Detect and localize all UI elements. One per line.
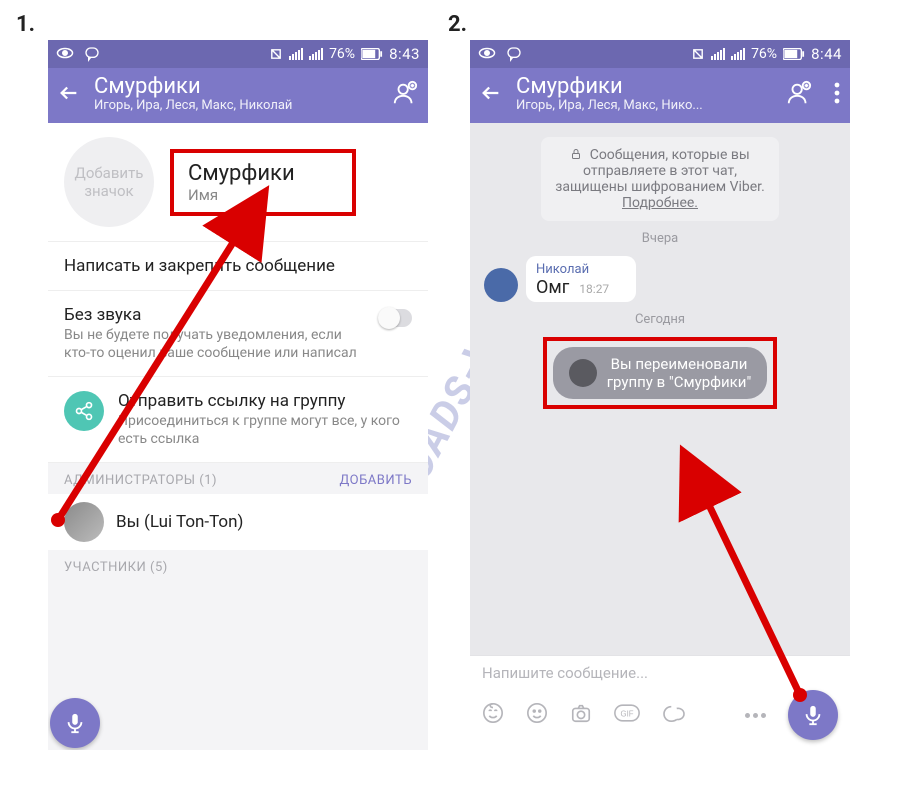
battery-percent: 76%	[751, 46, 777, 62]
encryption-more-link[interactable]: Подробнее.	[555, 195, 765, 211]
share-title: Отправить ссылку на группу	[118, 391, 412, 411]
more-options-icon[interactable]	[745, 713, 766, 718]
back-icon[interactable]	[480, 82, 502, 108]
mute-toggle[interactable]	[378, 309, 412, 327]
signal-icon-1	[711, 48, 725, 60]
day-label-today: Сегодня	[635, 312, 685, 327]
status-time: 8:43	[389, 45, 420, 63]
battery-percent: 76%	[329, 46, 355, 62]
message-sender: Николай	[536, 262, 626, 277]
admin-avatar	[64, 502, 104, 542]
add-member-icon[interactable]	[392, 80, 418, 110]
message-time: 18:27	[579, 282, 609, 296]
back-icon[interactable]	[58, 82, 80, 108]
members-section-header: УЧАСТНИКИ (5)	[48, 550, 428, 581]
battery-icon	[361, 48, 383, 60]
enc-line1: Сообщения, которые вы	[590, 147, 750, 163]
sys-line1: Вы переименовали	[611, 355, 748, 373]
group-info-body[interactable]: Добавить значок Смурфики Имя Написать и …	[48, 123, 428, 750]
lock-icon	[570, 147, 585, 163]
mic-button[interactable]	[788, 690, 838, 740]
share-link-row[interactable]: Отправить ссылку на группу Присоединитьс…	[48, 377, 428, 463]
add-admin-link[interactable]: ДОБАВИТЬ	[340, 473, 412, 488]
message-input[interactable]: Напишите сообщение...	[482, 664, 838, 682]
chat-header: Смурфики Игорь, Ира, Леся, Макс, Нико...	[470, 68, 850, 123]
enc-line3: защищены шифрованием Viber.	[555, 179, 765, 195]
chat-title: Смурфики	[516, 76, 703, 98]
signal-icon-1	[289, 48, 303, 60]
viber-notif-icon	[506, 46, 522, 62]
nfc-icon	[691, 47, 705, 61]
nfc-icon	[269, 47, 283, 61]
mute-desc: Вы не будете получать уведомления, если …	[64, 327, 364, 362]
more-menu-icon[interactable]	[834, 82, 840, 108]
eye-icon	[56, 46, 74, 62]
chat-title: Смурфики	[94, 76, 292, 98]
group-name-caption: Имя	[188, 186, 338, 204]
status-time: 8:44	[811, 45, 842, 63]
system-avatar	[569, 359, 597, 387]
avatar-text-l1: Добавить	[75, 164, 144, 182]
sticker-icon[interactable]	[482, 702, 504, 728]
group-avatar-placeholder[interactable]: Добавить значок	[64, 137, 154, 227]
chat-header: Смурфики Игорь, Ира, Леся, Макс, Николай	[48, 68, 428, 123]
admins-header-text: АДМИНИСТРАТОРЫ (1)	[64, 473, 217, 488]
signal-icon-2	[731, 48, 745, 60]
emoji-icon[interactable]	[526, 702, 548, 728]
panel-1-label: 1.	[16, 12, 35, 37]
phone-screenshot-2: 76% 8:44 Смурфики Игорь, Ира, Леся, Макс…	[470, 40, 850, 750]
status-bar: 76% 8:43	[48, 40, 428, 68]
chat-title-block[interactable]: Смурфики Игорь, Ира, Леся, Макс, Николай	[94, 76, 292, 113]
mention-doodle-icon[interactable]	[662, 703, 686, 727]
status-bar: 76% 8:44	[470, 40, 850, 68]
enc-line2: отправляете в этот чат,	[583, 163, 737, 179]
group-name-highlight: Смурфики Имя	[170, 149, 356, 216]
mute-title: Без звука	[64, 305, 364, 325]
pin-message-row[interactable]: Написать и закрепить сообщение	[48, 242, 428, 291]
panel-2-label: 2.	[448, 12, 467, 37]
chat-title-block[interactable]: Смурфики Игорь, Ира, Леся, Макс, Нико...	[516, 76, 703, 113]
admin-row[interactable]: Вы (Lui Ton-Ton)	[48, 494, 428, 550]
message-text: Омг	[536, 277, 569, 298]
system-message-highlight: Вы переименовали группу в "Смурфики"	[543, 337, 778, 409]
message-row[interactable]: Николай Омг 18:27	[484, 256, 836, 302]
mic-button[interactable]	[50, 698, 100, 748]
share-icon	[64, 391, 104, 431]
group-name-value[interactable]: Смурфики	[188, 161, 338, 186]
sys-line2: группу в "Смурфики"	[607, 373, 752, 391]
chat-members-line: Игорь, Ира, Леся, Макс, Николай	[94, 98, 292, 113]
group-name-row[interactable]: Добавить значок Смурфики Имя	[48, 123, 428, 242]
battery-icon	[783, 48, 805, 60]
camera-icon[interactable]	[570, 702, 592, 728]
message-bubble[interactable]: Николай Омг 18:27	[526, 256, 636, 302]
chat-body[interactable]: Сообщения, которые вы отправляете в этот…	[470, 123, 850, 655]
members-header-text: УЧАСТНИКИ (5)	[64, 560, 168, 575]
chat-input-bar: Напишите сообщение... GIF	[470, 655, 850, 750]
avatar-text-l2: значок	[84, 182, 133, 200]
admins-section-header: АДМИНИСТРАТОРЫ (1) ДОБАВИТЬ	[48, 463, 428, 494]
eye-icon	[478, 46, 496, 62]
phone-screenshot-1: 76% 8:43 Смурфики Игорь, Ира, Леся, Макс…	[48, 40, 428, 750]
admin-name: Вы (Lui Ton-Ton)	[116, 512, 243, 532]
viber-notif-icon	[84, 46, 100, 62]
signal-icon-2	[309, 48, 323, 60]
share-desc: Присоединиться к группе могут все, у ког…	[118, 413, 412, 448]
system-message: Вы переименовали группу в "Смурфики"	[553, 347, 768, 399]
chat-members-line: Игорь, Ира, Леся, Макс, Нико...	[516, 98, 703, 113]
day-label-yesterday: Вчера	[642, 231, 678, 246]
add-member-icon[interactable]	[786, 80, 812, 110]
encryption-notice[interactable]: Сообщения, которые вы отправляете в этот…	[541, 137, 779, 221]
gif-icon[interactable]: GIF	[614, 704, 640, 726]
svg-text:GIF: GIF	[621, 709, 634, 718]
mute-row[interactable]: Без звука Вы не будете получать уведомле…	[48, 291, 428, 377]
pin-message-text: Написать и закрепить сообщение	[64, 256, 412, 276]
sender-avatar[interactable]	[484, 268, 518, 302]
